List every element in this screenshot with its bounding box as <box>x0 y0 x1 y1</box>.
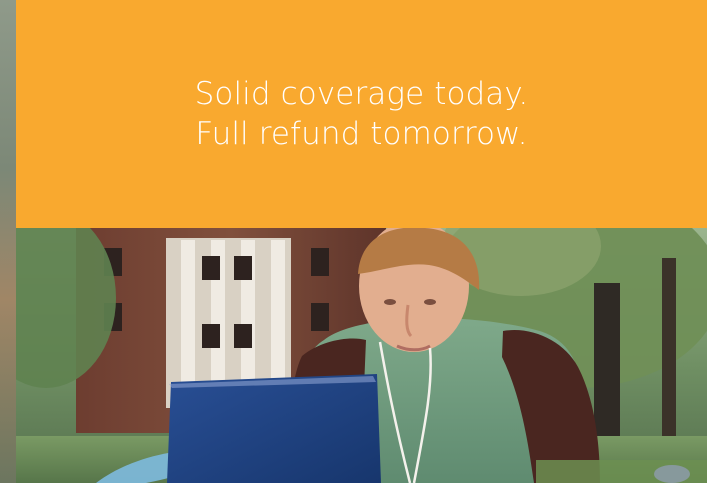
window-8 <box>234 324 252 348</box>
student-photo-illustration <box>16 228 707 483</box>
headline-line-2: Full refund tomorrow. <box>195 116 528 152</box>
left-edge-strip <box>0 0 16 483</box>
headline: Solid coverage today. Full refund tomorr… <box>16 74 707 154</box>
student-photo <box>16 228 707 483</box>
window-5 <box>202 256 220 280</box>
ad-canvas: Solid coverage today. Full refund tomorr… <box>0 0 707 483</box>
left-eye <box>384 299 396 305</box>
orange-banner: Solid coverage today. Full refund tomorr… <box>16 0 707 228</box>
window-3 <box>311 248 329 276</box>
window-7 <box>202 324 220 348</box>
laptop <box>167 374 381 483</box>
window-6 <box>234 256 252 280</box>
bag-foreground <box>654 465 690 483</box>
headline-line-1: Solid coverage today. <box>194 76 529 112</box>
right-eye <box>424 299 436 305</box>
window-4 <box>311 303 329 331</box>
